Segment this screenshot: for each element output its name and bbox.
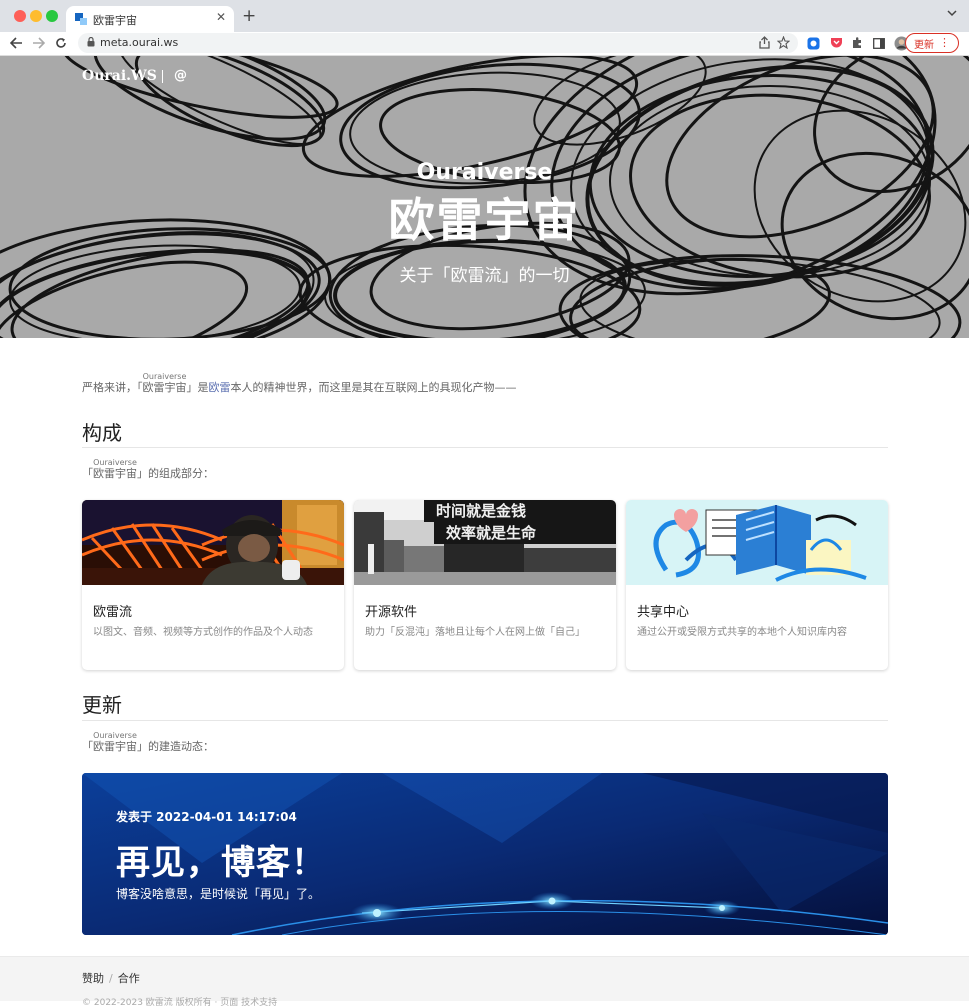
tab-search-chevron-icon[interactable]: [947, 9, 957, 17]
card-description: 以图文、音频、视频等方式创作的作品及个人动态: [93, 627, 313, 638]
card-illustration-books: [626, 500, 888, 585]
composition-heading: 构成: [82, 421, 122, 445]
pocket-icon[interactable]: [829, 34, 843, 52]
reload-icon[interactable]: [53, 34, 69, 52]
card-photo-slogan: 时间就是金钱 效率就是生命: [354, 500, 616, 585]
section-divider: [82, 720, 888, 721]
site-brand-link[interactable]: Ourai.WS: [82, 68, 157, 84]
hero-tagline: 关于「欧雷流」的一切: [399, 266, 570, 286]
card-title: 欧雷流: [93, 605, 133, 620]
bookmark-star-icon[interactable]: [777, 36, 790, 49]
desc-prefix: 「: [82, 467, 93, 480]
author-link[interactable]: 欧雷: [209, 381, 231, 394]
hero-title: 欧雷宇宙: [388, 193, 581, 247]
lock-icon: [87, 37, 95, 47]
close-tab-icon[interactable]: ✕: [216, 10, 226, 24]
card-open-source[interactable]: 时间就是金钱 效率就是生命 开源软件 助力「反混沌」落地且让每个人在网上做「自己…: [354, 500, 616, 670]
ruby-base: 欧雷宇宙: [93, 467, 137, 480]
site-favicon-icon: [75, 13, 87, 25]
post-description: 博客没啥意思，是时候说「再见」了。: [116, 887, 321, 901]
updates-description: 「欧雷宇宙Ouraiverse」的建造动态：: [82, 731, 214, 754]
ruby-annotation: Ouraiverse: [142, 372, 187, 381]
extensions-puzzle-icon[interactable]: [850, 34, 864, 52]
footer-divider: /: [109, 972, 113, 985]
desc-suffix: 」的建造动态：: [137, 740, 214, 753]
ouraiverse-ruby: 欧雷宇宙Ouraiverse: [93, 458, 137, 480]
card-description: 助力「反混沌」落地且让每个人在网上做「自己」: [365, 627, 585, 638]
updates-heading: 更新: [82, 693, 122, 717]
footer-link-sponsor[interactable]: 赞助: [82, 972, 104, 985]
slogan-line-1: 时间就是金钱: [436, 502, 526, 520]
post-date: 发表于 2022-04-01 14:17:04: [116, 810, 297, 824]
card-ourai-stream[interactable]: 欧雷流 以图文、音频、视频等方式创作的作品及个人动态: [82, 500, 344, 670]
maximize-window-button[interactable]: [46, 10, 58, 22]
post-card[interactable]: 发表于 2022-04-01 14:17:04 再见，博客！ 博客没啥意思，是时…: [82, 773, 888, 935]
composition-description: 「欧雷宇宙Ouraiverse」的组成部分：: [82, 458, 214, 481]
hero-subtitle: Ouraiverse: [416, 160, 553, 185]
minimize-window-button[interactable]: [30, 10, 42, 22]
forward-arrow-icon[interactable]: [30, 34, 46, 52]
ouraiverse-ruby: 欧雷宇宙Ouraiverse: [93, 731, 137, 753]
intro-paragraph: 严格来讲，「欧雷宇宙Ouraiverse」是欧雷本人的精神世界，而这里是其在互联…: [82, 372, 517, 395]
intro-prefix: 严格来讲，「: [82, 381, 143, 394]
tab-title: 欧雷宇宙: [93, 14, 137, 27]
footer-copyright: © 2022-2023 欧雷流 版权所有 · 页面 技术支持: [82, 998, 278, 1008]
address-bar[interactable]: meta.ourai.ws: [78, 33, 798, 53]
share-icon[interactable]: [759, 36, 770, 49]
side-panel-icon[interactable]: [872, 34, 886, 52]
at-link[interactable]: @: [174, 68, 187, 83]
footer-link-cooperate[interactable]: 合作: [118, 972, 140, 985]
hero-banner: Ourai.WS @ Ouraiverse 欧雷宇宙 关于「欧雷流」的一切: [0, 56, 969, 338]
new-tab-button[interactable]: +: [242, 7, 256, 25]
ruby-annotation: Ouraiverse: [93, 731, 137, 740]
intro-mid: 」是: [186, 381, 209, 394]
browser-update-button[interactable]: 更新 ⋮: [905, 33, 959, 53]
slogan-line-2: 效率就是生命: [446, 524, 537, 542]
url-text: meta.ourai.ws: [100, 36, 179, 49]
card-title: 开源软件: [365, 605, 418, 620]
intro-suffix: 本人的精神世界，而这里是其在互联网上的具现化产物——: [230, 381, 517, 394]
card-title: 共享中心: [637, 605, 690, 620]
update-label: 更新: [914, 39, 934, 51]
browser-toolbar: meta.ourai.ws 更新 ⋮: [0, 32, 969, 56]
back-arrow-icon[interactable]: [8, 34, 24, 52]
post-title[interactable]: 再见，博客！: [116, 835, 326, 884]
ruby-base: 欧雷宇宙: [142, 381, 187, 394]
ouraiverse-ruby: 欧雷宇宙Ouraiverse: [142, 372, 187, 394]
card-description: 通过公开或受限方式共享的本地个人知识库内容: [637, 627, 847, 638]
ruby-base: 欧雷宇宙: [93, 740, 137, 753]
card-sharing-center[interactable]: 共享中心 通过公开或受限方式共享的本地个人知识库内容: [626, 500, 888, 670]
footer-links: 赞助 / 合作: [82, 970, 140, 986]
browser-titlebar: 欧雷宇宙 ✕ +: [0, 0, 969, 32]
desc-suffix: 」的组成部分：: [137, 467, 214, 480]
section-divider: [82, 447, 888, 448]
close-window-button[interactable]: [14, 10, 26, 22]
card-photo-bridge: [82, 500, 344, 585]
browser-tab[interactable]: 欧雷宇宙 ✕: [66, 6, 234, 32]
desc-prefix: 「: [82, 740, 93, 753]
ruby-annotation: Ouraiverse: [93, 458, 137, 467]
more-menu-icon: ⋮: [939, 36, 950, 49]
page-footer: 赞助 / 合作 © 2022-2023 欧雷流 版权所有 · 页面 技术支持: [0, 956, 969, 1008]
brand-divider: [162, 70, 163, 83]
extension-blue-icon[interactable]: [806, 34, 820, 52]
